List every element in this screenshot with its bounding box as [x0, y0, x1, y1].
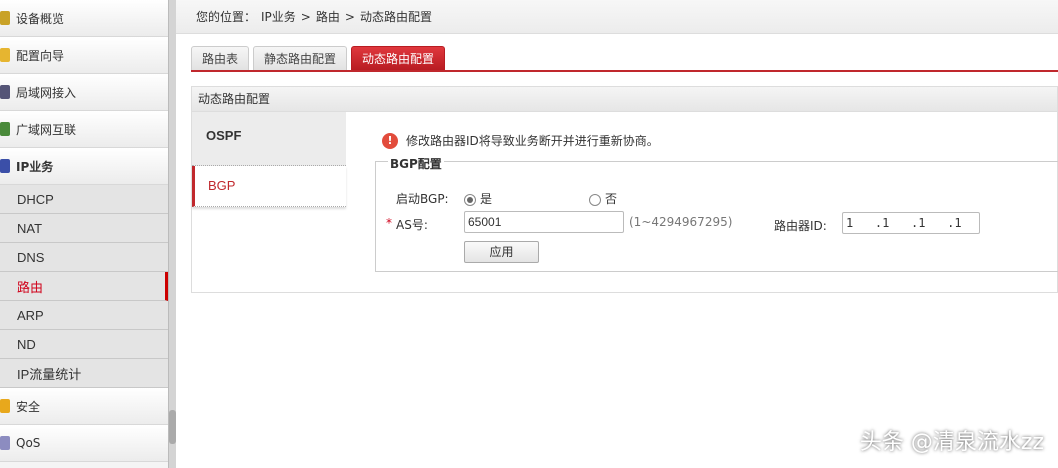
nav-config-wizard[interactable]: 配置向导: [0, 37, 168, 74]
breadcrumb-sep: >: [344, 9, 355, 24]
router-id-input[interactable]: 1 .1 .1 .1: [842, 212, 980, 234]
bgp-fieldset: BGP配置 启动BGP: 是 否 * AS号: 65001 (1~4294967…: [375, 155, 1058, 272]
vtab-ospf[interactable]: OSPF: [192, 112, 346, 166]
shield-icon: [0, 399, 10, 413]
as-range-hint: (1~4294967295): [629, 215, 733, 229]
as-label: AS号:: [396, 218, 428, 232]
radio-yes-label: 是: [480, 192, 493, 206]
dynamic-route-panel: 动态路由配置 OSPF BGP ! 修改路由器ID将导致业务断开并进行重新协商。 …: [191, 86, 1058, 293]
radio-icon: [464, 193, 476, 206]
nav-label: 广域网互联: [16, 122, 77, 137]
nav-label: 设备概览: [16, 11, 65, 26]
ip-icon: [0, 159, 10, 173]
nav-security[interactable]: 安全: [0, 388, 168, 425]
warning-icon: !: [382, 132, 398, 149]
apply-button[interactable]: 应用: [464, 241, 539, 263]
nav-arp[interactable]: ARP: [0, 301, 168, 330]
qos-icon: [0, 436, 10, 450]
nav-route[interactable]: 路由: [0, 272, 168, 301]
as-number-input[interactable]: 65001: [464, 211, 624, 233]
wizard-icon: [0, 48, 10, 62]
radio-yes[interactable]: 是: [464, 190, 492, 207]
lan-icon: [0, 85, 10, 99]
warning-text: 修改路由器ID将导致业务断开并进行重新协商。: [406, 134, 659, 148]
sidebar: 设备概览 配置向导 局域网接入 广域网互联 IP业务 DHCP NAT DNS …: [0, 0, 168, 468]
nav-qos[interactable]: QoS: [0, 425, 168, 462]
wan-icon: [0, 122, 10, 136]
breadcrumb-prefix: 您的位置：: [196, 10, 257, 24]
nav-wan[interactable]: 广域网互联: [0, 111, 168, 148]
collapse-handle[interactable]: [169, 410, 176, 444]
tab-bar: 路由表 静态路由配置 动态路由配置: [191, 46, 1058, 72]
router-id-label: 路由器ID:: [774, 219, 827, 233]
vtab-bgp[interactable]: BGP: [192, 166, 346, 207]
fieldset-legend: BGP配置: [388, 155, 444, 172]
nav-label: 安全: [16, 399, 41, 414]
nav-dns[interactable]: DNS: [0, 243, 168, 272]
nav-label: 局域网接入: [16, 85, 77, 100]
nav-ip-traffic[interactable]: IP流量统计: [0, 359, 168, 388]
tab-static-route[interactable]: 静态路由配置: [253, 46, 348, 70]
nav-lan[interactable]: 局域网接入: [0, 74, 168, 111]
nav-nd[interactable]: ND: [0, 330, 168, 359]
enable-bgp-label: 启动BGP:: [396, 192, 449, 206]
radio-no-label: 否: [605, 192, 618, 206]
watermark: 头条 @清泉流水zz: [859, 430, 1044, 455]
required-mark: *: [386, 216, 392, 230]
breadcrumb-item: IP业务: [261, 10, 296, 24]
warning-message: ! 修改路由器ID将导致业务断开并进行重新协商。: [382, 132, 659, 149]
nav-label: QoS: [16, 436, 41, 450]
radio-icon: [589, 193, 601, 206]
nav-nat[interactable]: NAT: [0, 214, 168, 243]
breadcrumb-item: 动态路由配置: [359, 10, 432, 24]
breadcrumb: 您的位置： IP业务 > 路由 > 动态路由配置: [176, 0, 1058, 34]
sidebar-splitter[interactable]: [168, 0, 176, 468]
breadcrumb-sep: >: [300, 9, 311, 24]
panel-title: 动态路由配置: [192, 87, 1057, 112]
nav-device-overview[interactable]: 设备概览: [0, 0, 168, 37]
nav-label: IP业务: [16, 159, 54, 174]
nav-dhcp[interactable]: DHCP: [0, 185, 168, 214]
radio-no[interactable]: 否: [589, 190, 617, 207]
nav-label: 配置向导: [16, 48, 65, 63]
nav-ip-service[interactable]: IP业务: [0, 148, 168, 185]
breadcrumb-item: 路由: [315, 10, 340, 24]
tab-route-table[interactable]: 路由表: [191, 46, 250, 70]
device-icon: [0, 11, 10, 25]
tab-dynamic-route[interactable]: 动态路由配置: [351, 46, 446, 70]
